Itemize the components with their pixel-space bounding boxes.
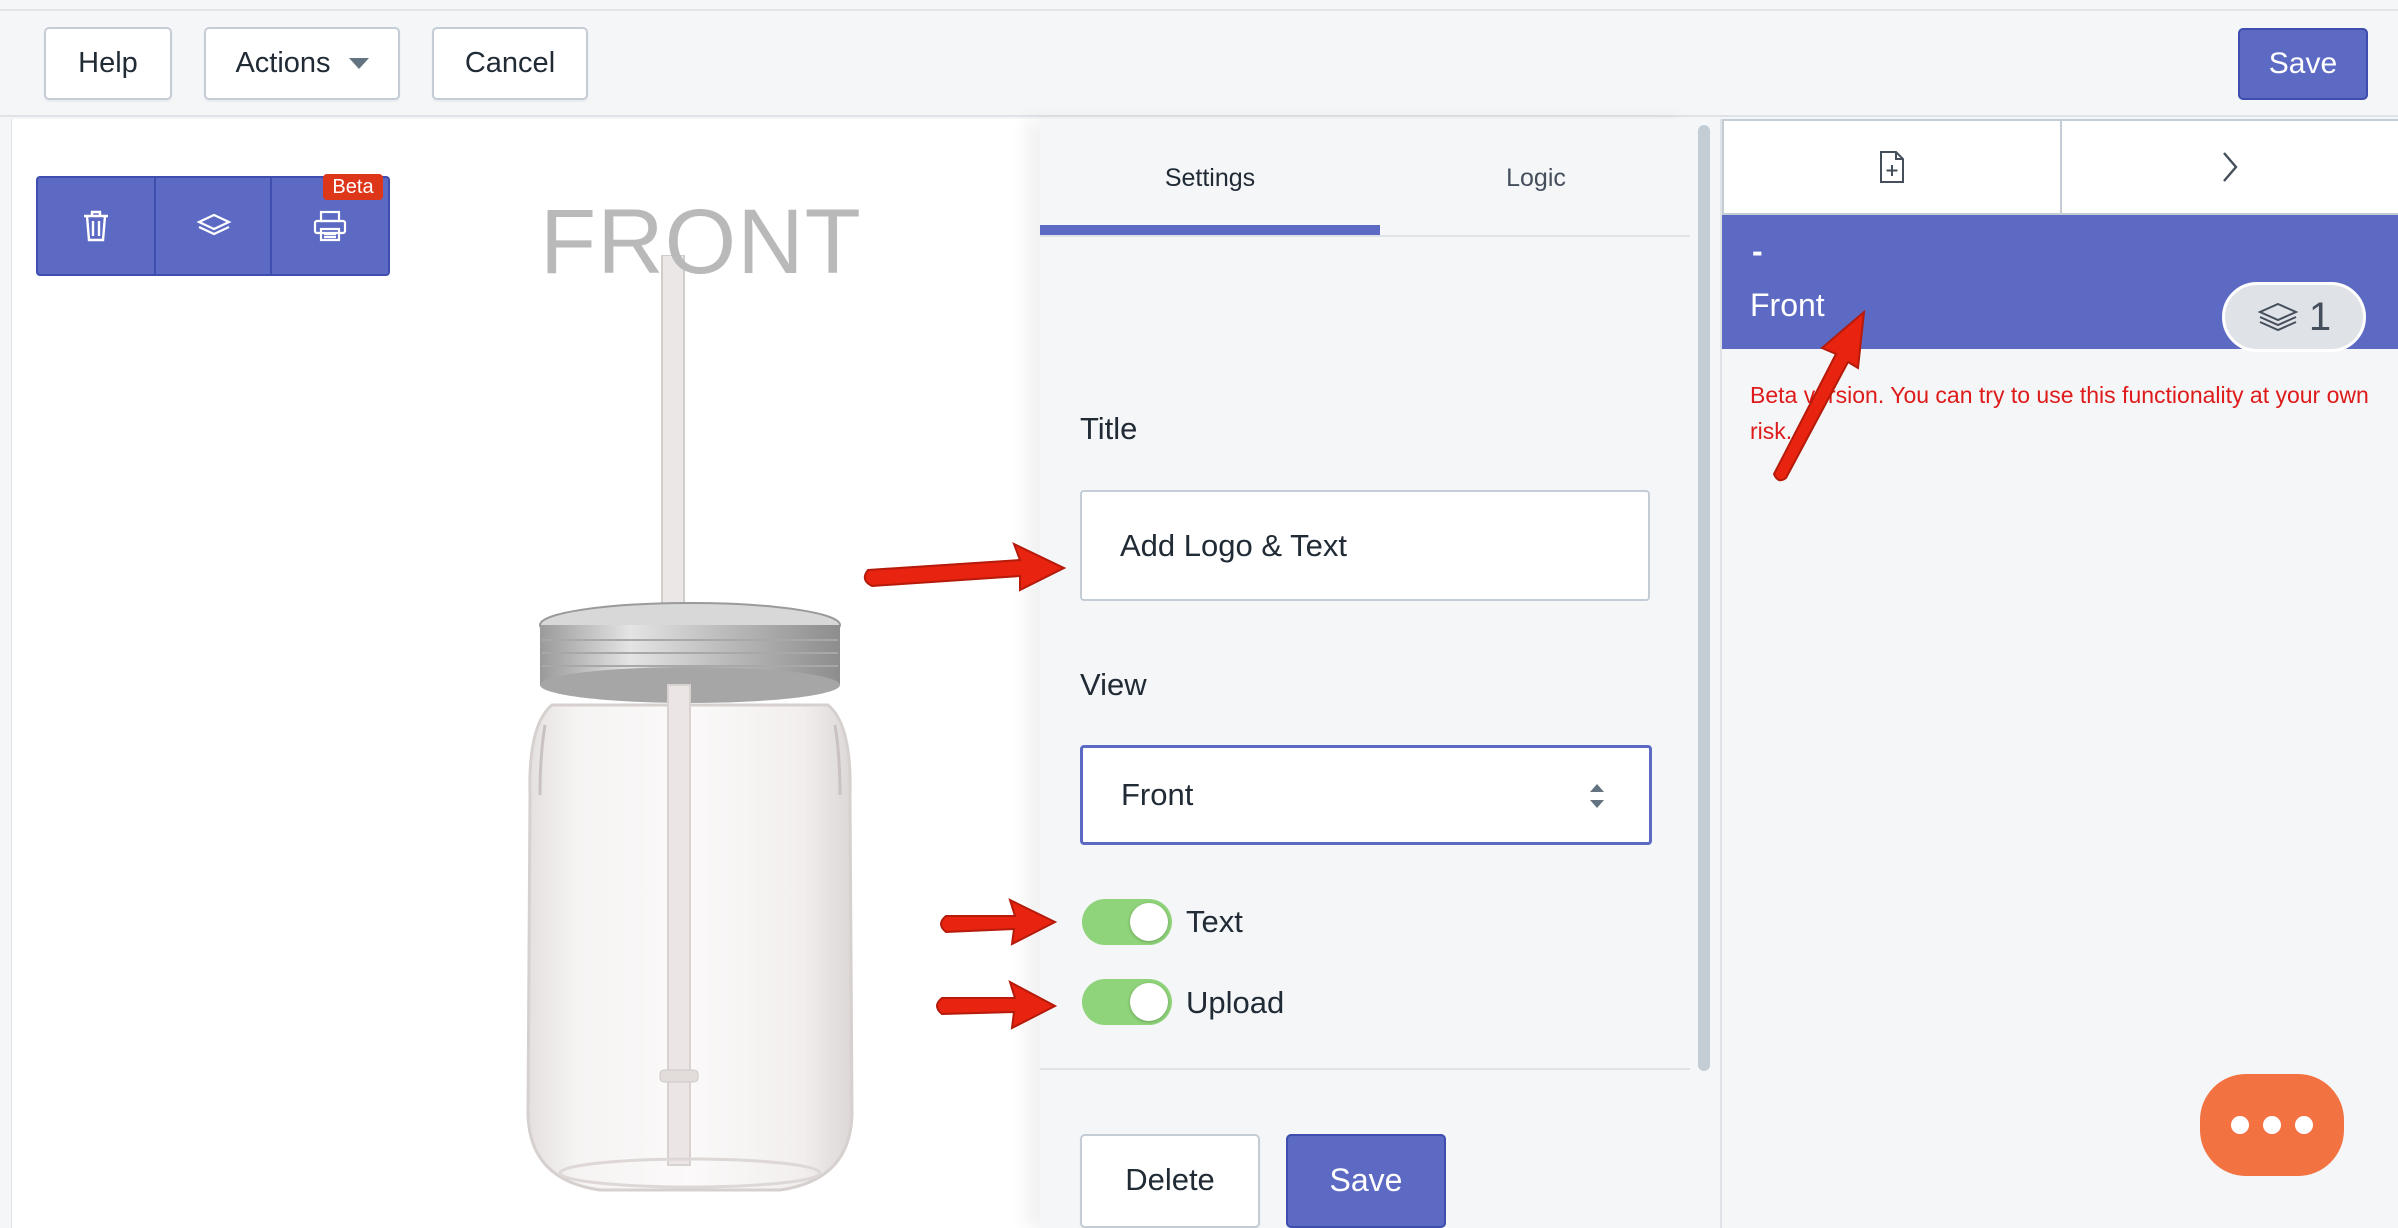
upload-toggle[interactable] [1082,979,1172,1025]
beta-badge: Beta [323,174,383,200]
next-button[interactable] [2060,119,2398,215]
toggle-knob [1130,903,1168,941]
layer-count: 1 [2308,294,2332,339]
save-view-button[interactable]: Save [1286,1134,1446,1228]
save-view-label: Save [1329,1162,1403,1198]
save-label: Save [2268,47,2338,80]
title-input[interactable]: Add Logo & Text [1080,490,1650,601]
select-arrows-icon [1590,784,1604,808]
panel-divider [1040,1068,1692,1070]
layer-count-badge[interactable]: 1 [2222,282,2366,352]
delete-view-button[interactable]: Delete [1080,1134,1260,1228]
chat-launcher-button[interactable] [2200,1074,2344,1176]
trash-icon [84,210,108,242]
scrollbar-thumb[interactable] [1698,125,1710,1071]
delete-tool-button[interactable] [38,178,154,274]
save-button[interactable]: Save [2238,28,2368,100]
view-select[interactable]: Front [1080,745,1652,845]
beta-notice: Beta version. You can try to use this fu… [1750,382,2369,444]
add-page-icon [1880,151,1904,183]
view-item-name: Front [1750,287,1825,323]
delete-label: Delete [1125,1162,1215,1197]
view-dash: - [1752,233,1763,269]
actions-dropdown-button[interactable]: Actions [204,27,400,100]
left-edge [0,119,12,1228]
toggle-knob [1130,983,1168,1021]
layers-icon [2257,302,2299,332]
view-select-value: Front [1121,777,1194,812]
tab-settings[interactable]: Settings [1040,119,1380,237]
title-input-value: Add Logo & Text [1120,527,1347,563]
top-toolbar: Help Actions Cancel Save [0,0,2398,117]
printer-icon [313,210,347,242]
dot [2231,1116,2249,1134]
caret-down-icon [348,58,369,69]
view-name-label: FRONT [540,191,862,293]
layers-tool-button[interactable] [156,178,272,274]
dot [2263,1116,2281,1134]
title-field-label: Title [1080,411,1138,446]
dot [2295,1116,2313,1134]
cancel-button[interactable]: Cancel [432,27,588,100]
cancel-label: Cancel [464,47,556,79]
upload-toggle-label: Upload [1186,985,1285,1020]
chevron-right-icon [2223,152,2238,182]
text-toggle-label: Text [1186,904,1243,939]
help-label: Help [78,47,138,79]
tab-logic[interactable]: Logic [1380,119,1692,237]
help-button[interactable]: Help [44,27,172,100]
settings-panel: Settings Logic Title Add Logo & Text Vie… [1040,119,1692,1228]
text-toggle[interactable] [1082,899,1172,945]
active-tab-indicator [1040,225,1380,235]
actions-label: Actions [235,47,331,79]
tab-divider [1040,235,1692,237]
mason-jar-product-image [526,255,854,1192]
add-view-button[interactable] [1722,119,2062,215]
layers-icon [196,213,232,236]
view-field-label: View [1080,667,1147,702]
top-edge [0,0,2398,11]
